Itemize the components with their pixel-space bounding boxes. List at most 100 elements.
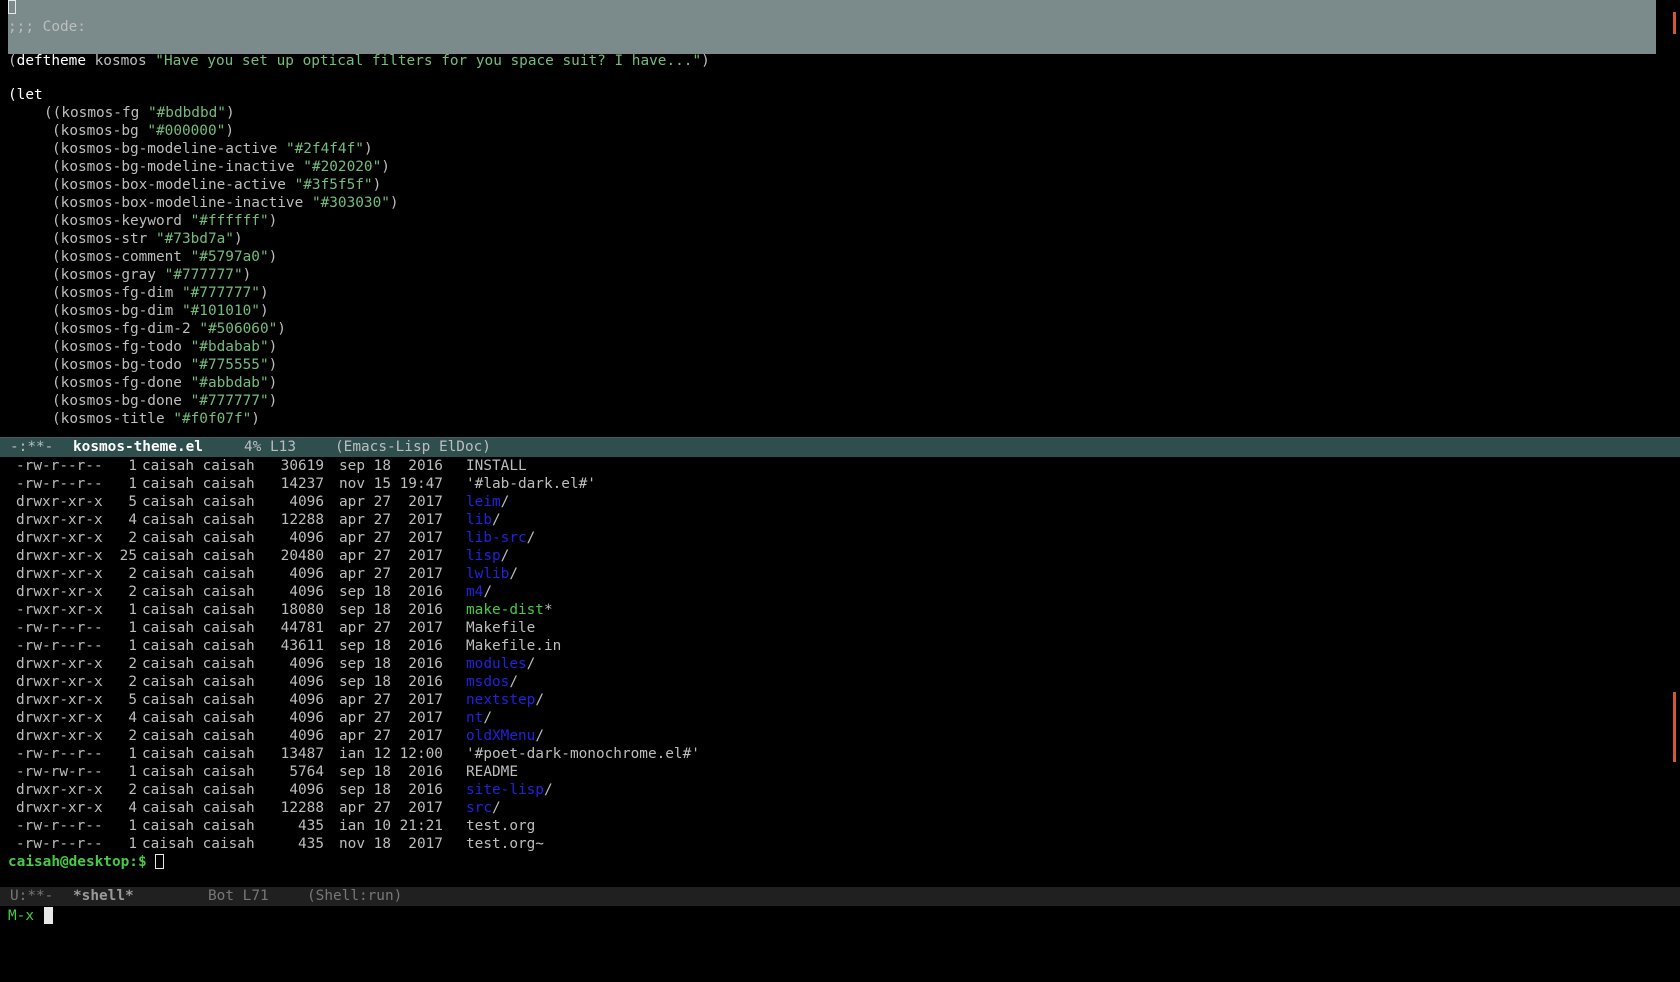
binding-value: "#f0f07f" (173, 411, 252, 427)
file-name[interactable]: modules (466, 656, 527, 672)
file-entry[interactable]: Makefile.in (466, 637, 561, 655)
modeline-flags: -:**- (10, 439, 54, 455)
file-entry[interactable]: lib-src/ (466, 529, 535, 547)
file-name[interactable]: lib-src (466, 530, 527, 546)
file-entry[interactable]: modules/ (466, 655, 535, 673)
shell-window[interactable]: -rw-r--r-- 1 caisah caisah 30619 sep 18 2016… (0, 457, 1680, 887)
file-name[interactable]: lib (466, 512, 492, 528)
file-type-suffix: * (543, 602, 553, 618)
shell-cursor (154, 854, 164, 869)
editor-scroll-indicator[interactable] (1673, 12, 1676, 34)
owner-group: caisah caisah (142, 530, 255, 546)
binding-value: "#abbdab" (190, 375, 269, 391)
file-name[interactable]: INSTALL (466, 458, 527, 474)
file-entry[interactable]: oldXMenu/ (466, 727, 544, 745)
listing-row: drwxr-xr-x 2 caisah caisah 4096 sep 18 2016 s… (16, 781, 916, 799)
deftheme-keyword: deftheme (16, 53, 86, 69)
mode-line-active[interactable]: -:**- kosmos-theme.el 4% L13 (Emacs-Lisp… (0, 437, 1680, 457)
modeline-buffer-name[interactable]: *shell* (73, 887, 134, 906)
file-entry[interactable]: INSTALL (466, 457, 527, 475)
file-name[interactable]: make-dist (466, 602, 544, 618)
minibuffer[interactable]: M-x (8, 907, 53, 925)
file-name[interactable]: '#poet-dark-monochrome.el#' (466, 746, 700, 762)
permissions: -rw-r--r-- (16, 476, 103, 492)
file-name[interactable]: lwlib (466, 566, 509, 582)
file-entry[interactable]: msdos/ (466, 673, 518, 691)
file-type-suffix: / (526, 656, 536, 672)
link-count: 25 (119, 548, 137, 564)
file-name[interactable]: test.org~ (466, 836, 544, 852)
editor-window[interactable]: ;;; Code: (deftheme kosmos "Have you set… (0, 0, 1680, 437)
file-entry[interactable]: test.org (466, 817, 535, 835)
file-name[interactable]: m4 (466, 584, 483, 600)
file-name[interactable]: leim (466, 494, 501, 510)
file-entry[interactable]: leim/ (466, 493, 509, 511)
file-entry[interactable]: src/ (466, 799, 501, 817)
permissions: drwxr-xr-x (16, 728, 103, 744)
let-binding-line: (kosmos-bg-todo "#775555") (52, 357, 278, 373)
file-size: 44781 (280, 620, 324, 636)
owner-group: caisah caisah (142, 494, 255, 510)
file-entry[interactable]: make-dist* (466, 601, 553, 619)
file-name[interactable]: Makefile (466, 620, 535, 636)
permissions: drwxr-xr-x (16, 512, 103, 528)
binding-name: kosmos-box-modeline-inactive (60, 195, 304, 211)
listing-row: -rw-r--r-- 1 caisah caisah 13487 ian 12 12:0… (16, 745, 916, 763)
modeline-major-mode[interactable]: (Emacs-Lisp ElDoc) (335, 438, 491, 457)
file-entry[interactable]: nextstep/ (466, 691, 544, 709)
permissions: drwxr-xr-x (16, 782, 103, 798)
let-binding-line: (kosmos-box-modeline-inactive "#303030") (52, 195, 399, 211)
file-size: 13487 (280, 746, 324, 762)
file-entry[interactable]: lwlib/ (466, 565, 518, 583)
permissions: drwxr-xr-x (16, 548, 103, 564)
file-entry[interactable]: nt/ (466, 709, 492, 727)
file-name[interactable]: msdos (466, 674, 509, 690)
modified-date: apr 27 2017 (339, 512, 443, 528)
owner-group: caisah caisah (142, 512, 255, 528)
modeline-major-mode[interactable]: (Shell:run) (307, 887, 402, 906)
let-binding-line: (kosmos-bg "#000000") (52, 123, 234, 139)
file-name[interactable]: nt (466, 710, 483, 726)
file-type-suffix: / (483, 584, 492, 600)
listing-row: -rw-rw-r-- 1 caisah caisah 5764 sep 18 2016 R… (16, 763, 916, 781)
file-entry[interactable]: README (466, 763, 518, 781)
binding-value: "#777777" (164, 267, 243, 283)
modified-date: apr 27 2017 (339, 710, 443, 726)
binding-name: kosmos-keyword (60, 213, 182, 229)
file-name[interactable]: README (466, 764, 518, 780)
file-name[interactable]: '#lab-dark.el#' (466, 476, 596, 492)
binding-name: kosmos-fg-done (60, 375, 182, 391)
binding-value: "#777777" (181, 285, 260, 301)
file-type-suffix: / (492, 800, 501, 816)
file-name[interactable]: src (466, 800, 492, 816)
file-name[interactable]: test.org (466, 818, 535, 834)
file-size: 4096 (289, 656, 324, 672)
file-name[interactable]: site-lisp (466, 782, 544, 798)
file-entry[interactable]: Makefile (466, 619, 535, 637)
file-entry[interactable]: site-lisp/ (466, 781, 553, 799)
file-name[interactable]: nextstep (466, 692, 535, 708)
file-size: 12288 (280, 512, 324, 528)
file-size: 4096 (289, 566, 324, 582)
shell-scroll-indicator[interactable] (1673, 692, 1676, 762)
link-count: 1 (128, 602, 137, 618)
file-entry[interactable]: m4/ (466, 583, 492, 601)
file-entry[interactable]: '#lab-dark.el#' (466, 475, 596, 493)
file-entry[interactable]: lib/ (466, 511, 501, 529)
file-name[interactable]: lisp (466, 548, 501, 564)
modified-date: apr 27 2017 (339, 548, 443, 564)
link-count: 2 (128, 656, 137, 672)
modeline-buffer-name[interactable]: kosmos-theme.el (73, 438, 203, 457)
file-entry[interactable]: test.org~ (466, 835, 544, 853)
file-name[interactable]: Makefile.in (466, 638, 561, 654)
modified-date: apr 27 2017 (339, 692, 443, 708)
file-entry[interactable]: '#poet-dark-monochrome.el#' (466, 745, 700, 763)
file-entry[interactable]: lisp/ (466, 547, 509, 565)
shell-prompt-line[interactable]: caisah@desktop:$ (8, 853, 164, 871)
modified-date: apr 27 2017 (339, 800, 443, 816)
file-name[interactable]: oldXMenu (466, 728, 535, 744)
binding-name: kosmos-bg-done (60, 393, 182, 409)
listing-row: drwxr-xr-x 2 caisah caisah 4096 sep 18 2016 m… (16, 655, 916, 673)
owner-group: caisah caisah (142, 458, 255, 474)
mode-line-inactive[interactable]: U:**- *shell* Bot L71 (Shell:run) (0, 887, 1680, 906)
